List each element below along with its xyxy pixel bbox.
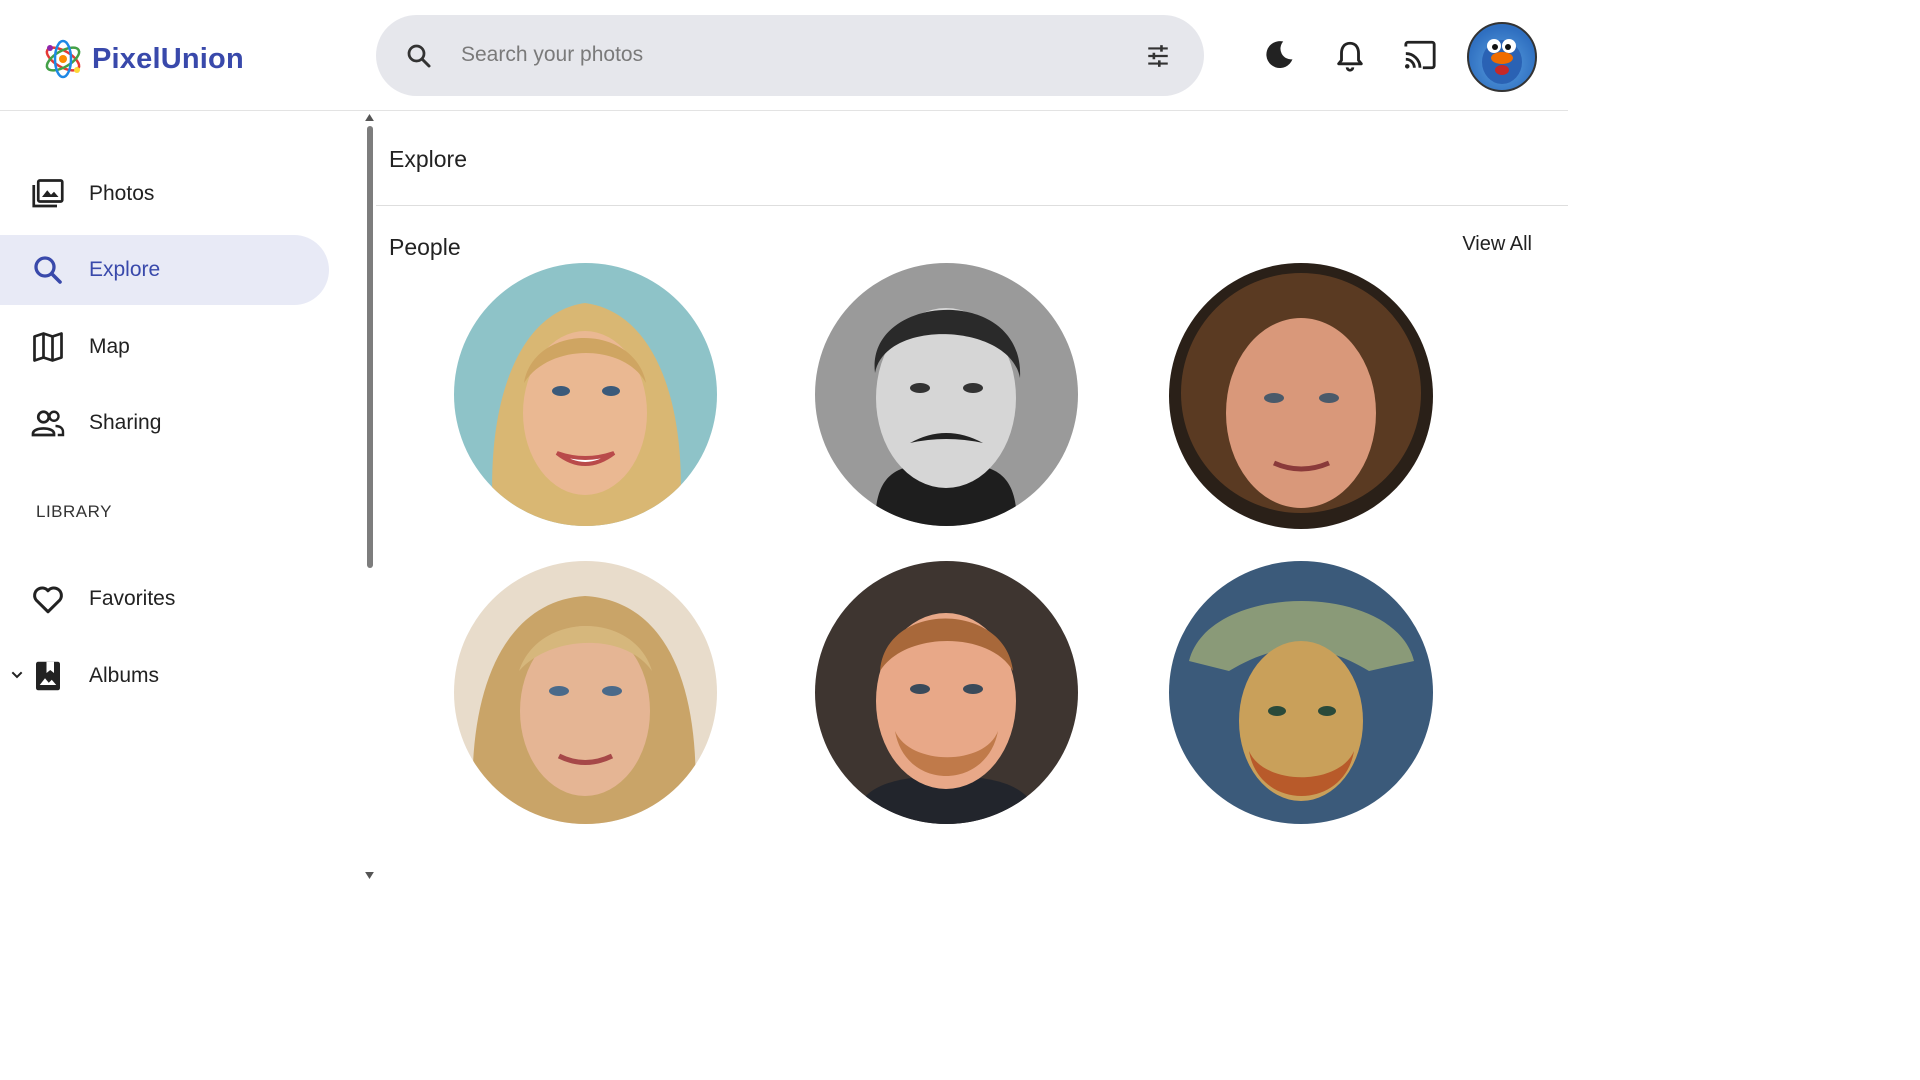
sidebar-item-label: Explore — [89, 258, 161, 281]
sidebar-item-albums[interactable]: Albums — [0, 641, 329, 711]
person-photo — [454, 561, 717, 824]
divider — [376, 205, 1568, 206]
moon-icon[interactable] — [1262, 38, 1296, 72]
library-section-label: LIBRARY — [36, 502, 112, 521]
sidebar-item-label: Photos — [89, 182, 155, 205]
sidebar-item-map[interactable]: Map — [0, 312, 329, 382]
album-icon — [36, 661, 60, 691]
person-photo — [815, 561, 1078, 824]
person-photo — [454, 263, 717, 526]
photos-icon — [32, 179, 64, 208]
search-icon — [34, 256, 62, 284]
sidebar-item-explore[interactable]: Explore — [0, 235, 329, 305]
bell-icon[interactable] — [1333, 38, 1367, 74]
people-section-title: People — [389, 234, 461, 260]
sidebar-item-favorites[interactable]: Favorites — [0, 564, 329, 634]
heart-icon — [33, 586, 63, 614]
sidebar-item-label: Sharing — [89, 411, 162, 434]
sidebar-item-sharing[interactable]: Sharing — [0, 388, 329, 458]
logo-icon — [45, 39, 81, 79]
person-photo — [815, 263, 1078, 526]
tune-icon[interactable] — [1144, 43, 1172, 69]
person-thumbnail[interactable] — [454, 561, 717, 824]
avatar-image — [1482, 39, 1522, 84]
main-content: Explore People View All — [376, 112, 1568, 882]
person-thumbnail[interactable] — [1169, 561, 1433, 824]
scroll-up-arrow-icon[interactable] — [365, 114, 374, 121]
app-logo[interactable]: PixelUnion — [42, 36, 244, 82]
scroll-down-arrow-icon[interactable] — [365, 872, 374, 879]
page-title: Explore — [389, 146, 467, 172]
person-thumbnail[interactable] — [815, 263, 1078, 526]
sidebar-scrollbar[interactable] — [362, 112, 376, 882]
person-photo — [1169, 263, 1433, 529]
scroll-thumb[interactable] — [367, 126, 373, 568]
search-icon[interactable] — [404, 41, 434, 71]
person-thumbnail[interactable] — [815, 561, 1078, 824]
sidebar-item-photos[interactable]: Photos — [0, 159, 329, 229]
cast-icon[interactable] — [1402, 38, 1438, 72]
search-bar[interactable] — [376, 15, 1204, 96]
search-input[interactable] — [461, 35, 1101, 75]
sidebar-item-label: Map — [89, 335, 130, 358]
app-name: PixelUnion — [92, 42, 244, 75]
user-avatar[interactable] — [1467, 22, 1537, 92]
people-icon — [31, 410, 65, 437]
map-icon — [33, 332, 63, 362]
sidebar: Photos Explore Map Sharing LIBRARY Favor… — [0, 112, 365, 882]
sidebar-item-label: Albums — [89, 664, 160, 687]
view-all-link[interactable]: View All — [1462, 233, 1532, 256]
top-bar: PixelUnion — [0, 0, 1568, 111]
person-thumbnail[interactable] — [1169, 263, 1433, 529]
person-thumbnail[interactable] — [454, 263, 717, 526]
sidebar-item-label: Favorites — [89, 587, 176, 610]
person-photo — [1169, 561, 1433, 824]
